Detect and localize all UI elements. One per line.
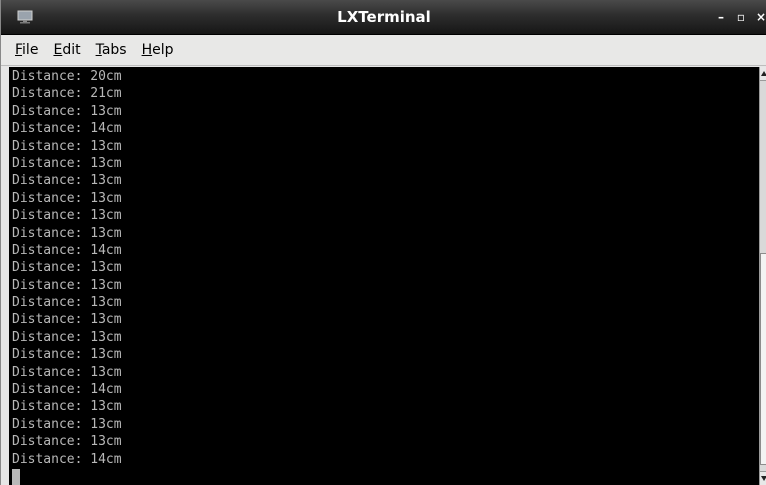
terminal-line: Distance: 14cm <box>12 121 122 137</box>
terminal-line: Distance: 14cm <box>12 451 122 467</box>
menu-help-mnemonic: H <box>141 42 153 58</box>
terminal-line: Distance: 13cm <box>12 434 122 450</box>
title-bar[interactable]: LXTerminal – ▫ × <box>1 0 766 35</box>
terminal-line: Distance: 13cm <box>12 416 122 432</box>
menu-help[interactable]: Help <box>142 42 174 58</box>
terminal-line: Distance: 13cm <box>12 190 122 206</box>
minimize-button[interactable]: – <box>715 0 727 34</box>
menu-edit-mnemonic: E <box>53 42 63 58</box>
menu-file[interactable]: File <box>15 42 38 58</box>
window-title: LXTerminal <box>337 8 431 26</box>
menu-tabs[interactable]: Tabs <box>96 42 127 58</box>
menu-help-label: elp <box>152 42 174 58</box>
window-controls: – ▫ × <box>715 0 766 34</box>
scrollbar-thumb[interactable] <box>760 253 766 465</box>
terminal-line: Distance: 13cm <box>12 225 122 241</box>
menu-file-mnemonic: F <box>15 42 23 58</box>
terminal-line: Distance: 13cm <box>12 312 122 328</box>
terminal-line: Distance: 13cm <box>12 208 122 224</box>
scroll-down-arrow-icon[interactable] <box>760 471 766 485</box>
terminal-output-area[interactable]: Distance: 20cm Distance: 21cm Distance: … <box>9 67 759 485</box>
text-cursor <box>12 469 20 485</box>
maximize-button[interactable]: ▫ <box>735 0 747 34</box>
terminal-line: Distance: 14cm <box>12 382 122 398</box>
terminal-line: Distance: 13cm <box>12 329 122 345</box>
terminal-line: Distance: 13cm <box>12 173 122 189</box>
menu-file-label: ile <box>22 42 39 58</box>
terminal-line: Distance: 13cm <box>12 277 122 293</box>
menu-edit[interactable]: Edit <box>53 42 80 58</box>
terminal-line: Distance: 13cm <box>12 155 122 171</box>
terminal-line: Distance: 13cm <box>12 103 122 119</box>
menu-edit-label: dit <box>62 42 81 58</box>
lxterminal-window: LXTerminal – ▫ × File Edit Tabs Help Dis… <box>0 0 766 485</box>
terminal-line: Distance: 13cm <box>12 295 122 311</box>
terminal-line: Distance: 13cm <box>12 399 122 415</box>
scroll-up-arrow-icon[interactable] <box>760 67 766 81</box>
terminal-line: Distance: 14cm <box>12 242 122 258</box>
menu-bar: File Edit Tabs Help <box>1 35 766 66</box>
terminal-lines: Distance: 20cm Distance: 21cm Distance: … <box>12 68 122 468</box>
terminal-line: Distance: 13cm <box>12 138 122 154</box>
terminal-line: Distance: 13cm <box>12 347 122 363</box>
terminal-line: Distance: 13cm <box>12 364 122 380</box>
vertical-scrollbar[interactable] <box>759 67 766 485</box>
terminal-line: Distance: 20cm <box>12 69 122 84</box>
terminal-line: Distance: 13cm <box>12 260 122 276</box>
menu-tabs-label: abs <box>101 42 127 58</box>
close-button[interactable]: × <box>755 0 766 34</box>
terminal-line: Distance: 21cm <box>12 86 122 102</box>
